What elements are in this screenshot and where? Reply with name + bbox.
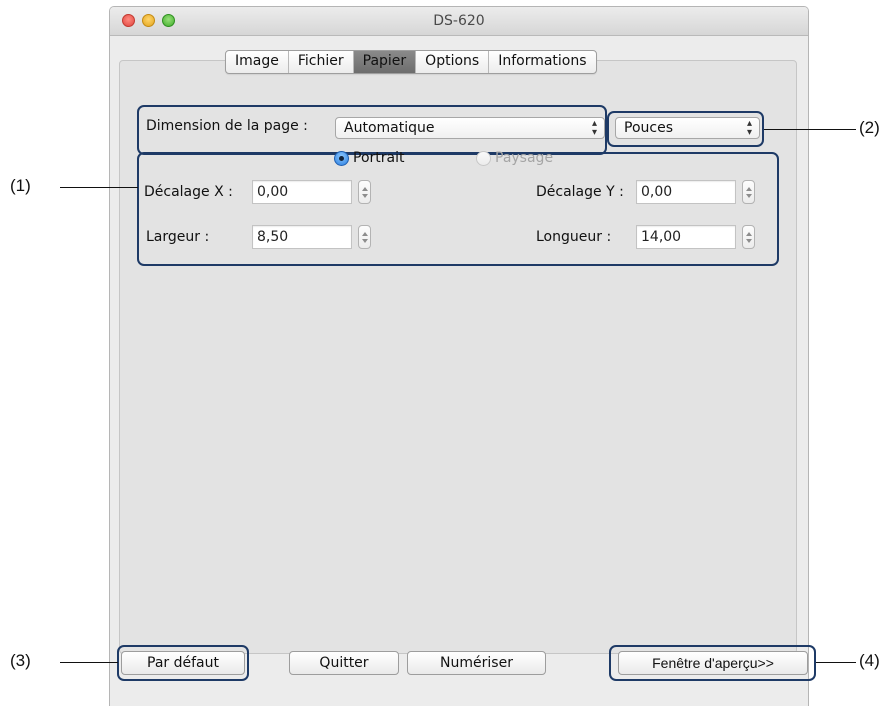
tab-bar: Image Fichier Papier Options Information… (225, 50, 597, 74)
width-label: Largeur : (146, 229, 210, 245)
popup-arrows-icon: ▴ ▾ (746, 118, 752, 138)
width-field[interactable]: 8,50 (252, 225, 352, 249)
units-value: Pouces (624, 120, 673, 136)
landscape-radio[interactable] (476, 151, 491, 166)
units-select[interactable]: Pouces ▴ ▾ (615, 117, 760, 139)
callout-3-leader (60, 662, 118, 663)
callout-4: (4) (859, 651, 880, 670)
quit-button[interactable]: Quitter (289, 651, 399, 675)
callout-1-leader (60, 187, 138, 188)
landscape-label[interactable]: Paysage (495, 150, 553, 166)
width-stepper[interactable] (358, 225, 371, 249)
page-size-label: Dimension de la page : (146, 118, 308, 134)
offset-x-field[interactable]: 0,00 (252, 180, 352, 204)
offset-x-label: Décalage X : (144, 184, 233, 200)
tab-fichier[interactable]: Fichier (289, 51, 354, 73)
length-label: Longueur : (536, 229, 612, 245)
offset-y-field[interactable]: 0,00 (636, 180, 736, 204)
popup-arrows-icon: ▴ ▾ (591, 118, 597, 138)
offset-y-stepper[interactable] (742, 180, 755, 204)
default-button[interactable]: Par défaut (121, 651, 245, 675)
page-size-value: Automatique (344, 120, 435, 136)
window-title: DS-620 (433, 13, 485, 29)
callout-4-leader (816, 662, 856, 663)
title-bar[interactable]: DS-620 (110, 7, 808, 36)
portrait-label[interactable]: Portrait (353, 150, 404, 166)
callout-2-leader (764, 129, 856, 130)
preview-window-button[interactable]: Fenêtre d'aperçu>> (618, 651, 808, 675)
offset-x-stepper[interactable] (358, 180, 371, 204)
portrait-radio[interactable] (334, 151, 349, 166)
tab-options[interactable]: Options (416, 51, 490, 73)
callout-3: (3) (10, 651, 31, 670)
length-field[interactable]: 14,00 (636, 225, 736, 249)
length-stepper[interactable] (742, 225, 755, 249)
tab-informations[interactable]: Informations (489, 51, 595, 73)
tab-papier[interactable]: Papier (353, 51, 417, 73)
callout-1: (1) (10, 176, 31, 195)
tab-image[interactable]: Image (226, 51, 289, 73)
callout-2: (2) (859, 118, 880, 137)
page-size-select[interactable]: Automatique ▴ ▾ (335, 117, 605, 139)
offset-y-label: Décalage Y : (536, 184, 624, 200)
scan-button[interactable]: Numériser (407, 651, 546, 675)
